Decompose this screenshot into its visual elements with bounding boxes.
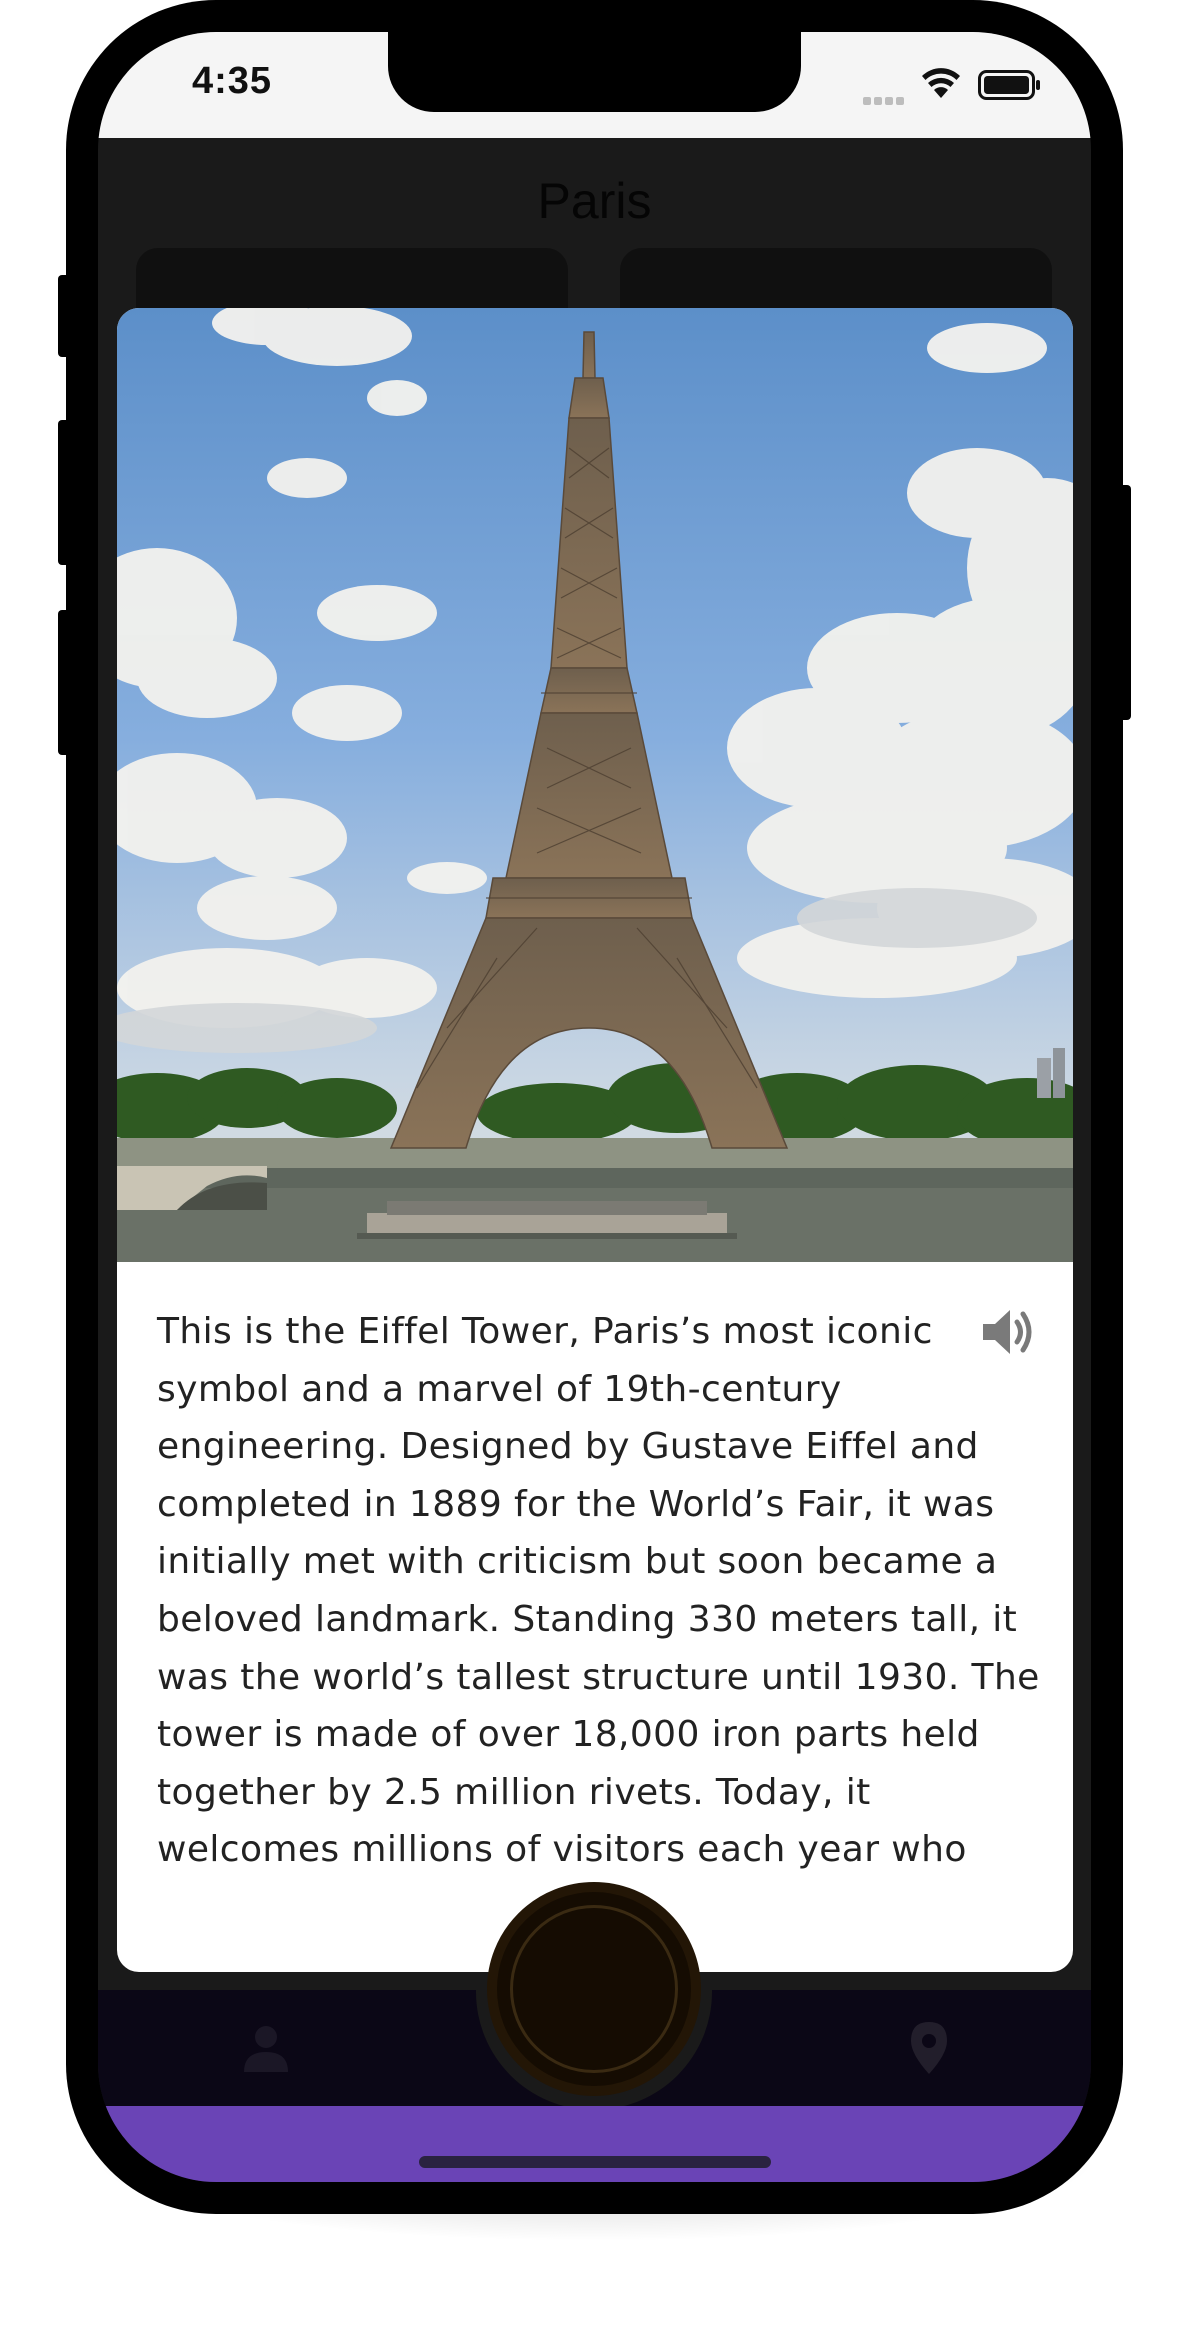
speaker-icon[interactable] — [979, 1303, 1037, 1361]
person-icon[interactable] — [238, 2020, 294, 2076]
home-indicator[interactable] — [419, 2156, 771, 2168]
map-pin-icon[interactable] — [901, 2020, 957, 2076]
place-card — [136, 248, 568, 308]
battery-icon — [978, 70, 1040, 100]
eiffel-tower-photo — [117, 308, 1073, 1263]
bottom-bar — [98, 2106, 1091, 2182]
description-panel: This is the Eiffel Tower, Paris’s most i… — [117, 1263, 1073, 1972]
center-button-ring — [510, 1905, 678, 2073]
wifi-icon — [922, 68, 960, 98]
place-card — [620, 248, 1052, 308]
status-time: 4:35 — [192, 60, 273, 102]
cellular-signal-icon — [863, 92, 907, 105]
place-description: This is the Eiffel Tower, Paris’s most i… — [157, 1311, 1040, 1871]
phone-screen: 4:35 Paris This is the Eiffel Tower, Par… — [98, 32, 1091, 2182]
place-detail-modal: This is the Eiffel Tower, Paris’s most i… — [117, 308, 1073, 1972]
camera-notch — [388, 32, 801, 112]
page-title: Paris — [537, 173, 652, 229]
status-bar: 4:35 — [98, 32, 1091, 138]
